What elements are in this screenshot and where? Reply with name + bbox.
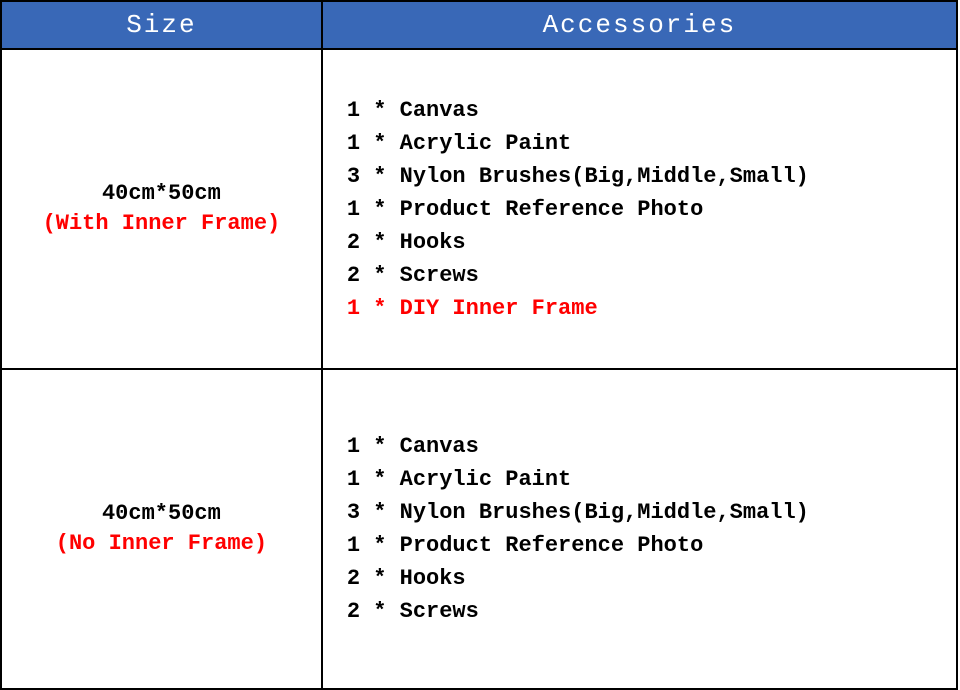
accessory-item: 2 * Hooks xyxy=(347,562,946,595)
size-cell: 40cm*50cm(No Inner Frame) xyxy=(1,369,322,689)
size-cell: 40cm*50cm(With Inner Frame) xyxy=(1,49,322,369)
size-dimension: 40cm*50cm xyxy=(2,499,321,529)
accessory-item: 1 * Product Reference Photo xyxy=(347,529,946,562)
header-accessories: Accessories xyxy=(322,1,957,49)
table-row: 40cm*50cm(No Inner Frame)1 * Canvas1 * A… xyxy=(1,369,957,689)
accessories-cell: 1 * Canvas1 * Acrylic Paint3 * Nylon Bru… xyxy=(322,49,957,369)
accessory-item: 1 * Acrylic Paint xyxy=(347,463,946,496)
accessory-item: 3 * Nylon Brushes(Big,Middle,Small) xyxy=(347,160,946,193)
accessory-item: 1 * Acrylic Paint xyxy=(347,127,946,160)
header-size: Size xyxy=(1,1,322,49)
accessory-item: 2 * Screws xyxy=(347,595,946,628)
accessory-item: 1 * Canvas xyxy=(347,430,946,463)
accessory-item: 2 * Hooks xyxy=(347,226,946,259)
product-spec-table: Size Accessories 40cm*50cm(With Inner Fr… xyxy=(0,0,958,690)
size-dimension: 40cm*50cm xyxy=(2,179,321,209)
accessory-item: 1 * Product Reference Photo xyxy=(347,193,946,226)
size-note: (No Inner Frame) xyxy=(2,529,321,559)
accessory-item: 1 * DIY Inner Frame xyxy=(347,292,946,325)
table-body: 40cm*50cm(With Inner Frame)1 * Canvas1 *… xyxy=(1,49,957,689)
accessories-cell: 1 * Canvas1 * Acrylic Paint3 * Nylon Bru… xyxy=(322,369,957,689)
size-note: (With Inner Frame) xyxy=(2,209,321,239)
accessory-item: 2 * Screws xyxy=(347,259,946,292)
table-row: 40cm*50cm(With Inner Frame)1 * Canvas1 *… xyxy=(1,49,957,369)
accessory-item: 1 * Canvas xyxy=(347,94,946,127)
accessory-item: 3 * Nylon Brushes(Big,Middle,Small) xyxy=(347,496,946,529)
